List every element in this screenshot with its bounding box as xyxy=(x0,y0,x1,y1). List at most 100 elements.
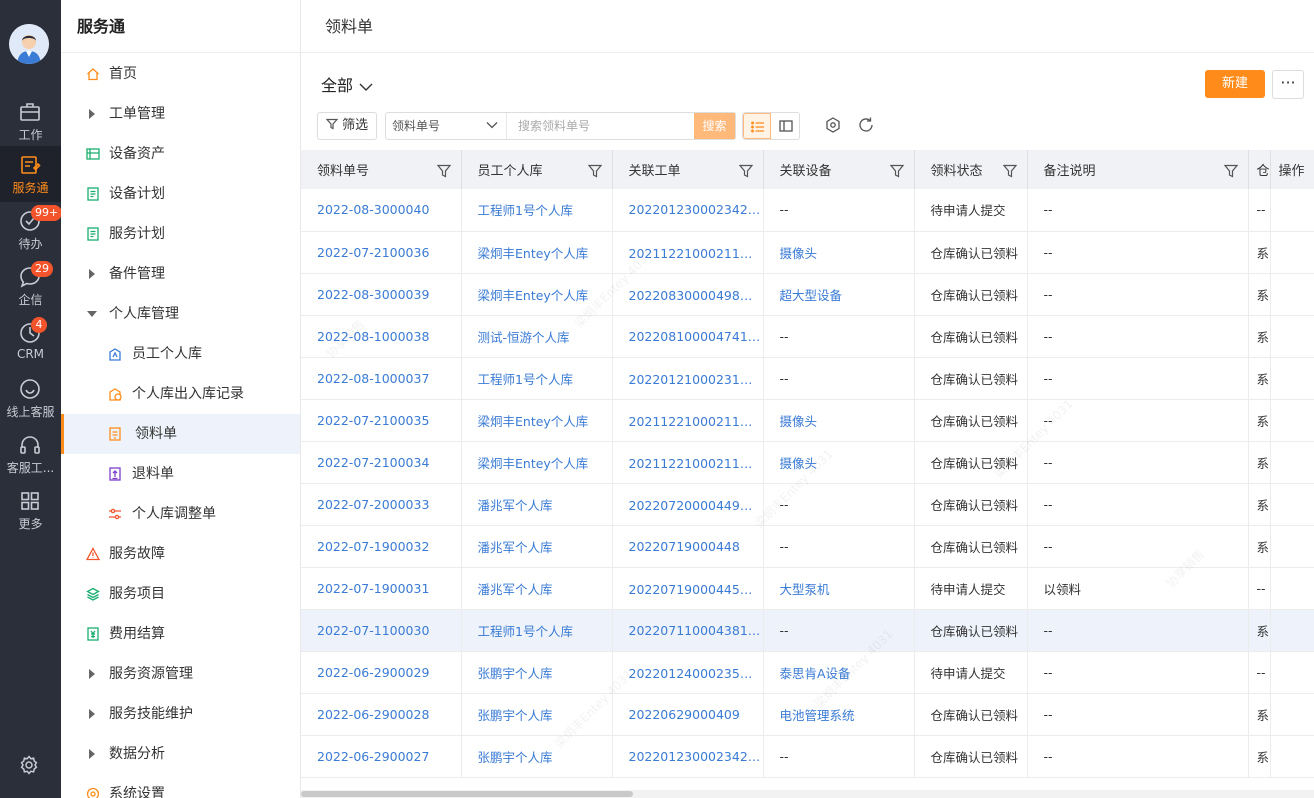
menu-item-home[interactable]: 首页 xyxy=(61,54,300,94)
new-button[interactable]: 新建 xyxy=(1205,70,1265,98)
cell-work-order[interactable]: 20220810000474111 xyxy=(612,315,764,358)
cell-device[interactable]: 大型泵机 xyxy=(763,567,915,610)
cell-work-order[interactable]: 20220830000498电梯... xyxy=(612,273,764,316)
cell-device[interactable]: 超大型设备 xyxy=(763,273,915,316)
search-button[interactable]: 搜索 xyxy=(694,113,735,139)
table-row[interactable]: 2022-06-2900028 张鹏宇个人库 20220629000409 电池管理系… xyxy=(301,693,1314,736)
menu-item-service-items[interactable]: 服务项目 xyxy=(61,574,300,614)
table-row[interactable]: 2022-07-1900032 潘兆军个人库 20220719000448 -- 仓库确… xyxy=(301,525,1314,568)
menu-item-fee-settlement[interactable]: 费用结算 xyxy=(61,614,300,654)
column-filter-icon[interactable] xyxy=(1223,164,1238,178)
column-filter-icon[interactable] xyxy=(738,164,753,178)
rail-service-desk[interactable]: 客服工... xyxy=(0,426,61,482)
table-row[interactable]: 2022-08-3000040 工程师1号个人库 20220123000234231… xyxy=(301,189,1314,232)
user-avatar[interactable] xyxy=(9,24,49,64)
cell-personal-store[interactable]: 张鹏宇个人库 xyxy=(461,693,613,736)
table-row[interactable]: 2022-08-1000038 测试-恒游个人库 20220810000474111… xyxy=(301,315,1314,358)
menu-item-employee-store[interactable]: 员工个人库 xyxy=(61,334,300,374)
search-field-select[interactable]: 领料单号 xyxy=(386,113,507,139)
menu-item-return[interactable]: 退料单 xyxy=(61,454,300,494)
menu-item-system-settings[interactable]: 系统设置 xyxy=(61,774,300,798)
column-filter-icon[interactable] xyxy=(587,164,602,178)
cell-requisition-no[interactable]: 2022-06-2900028 xyxy=(301,693,462,736)
cell-device[interactable]: 摄像头 xyxy=(763,231,915,274)
table-row[interactable]: 2022-07-2100034 梁炯丰Entey个人库 20211221000211… xyxy=(301,441,1314,484)
table-row[interactable]: 2022-06-2900027 张鹏宇个人库 20220123000234231 --… xyxy=(301,735,1314,778)
rail-online-service[interactable]: 线上客服 xyxy=(0,370,61,426)
rail-todo[interactable]: 待办 99+ xyxy=(0,202,63,258)
table-row[interactable]: 2022-08-1000037 工程师1号个人库 20220121000231不能.… xyxy=(301,357,1314,400)
menu-item-inout-records[interactable]: 个人库出入库记录 xyxy=(61,374,300,414)
rail-service[interactable]: 服务通 xyxy=(0,146,61,202)
cell-device[interactable]: 摄像头 xyxy=(763,441,915,484)
horizontal-scrollbar[interactable] xyxy=(301,790,1314,798)
cell-requisition-no[interactable]: 2022-08-3000039 xyxy=(301,273,462,316)
cell-personal-store[interactable]: 工程师1号个人库 xyxy=(461,189,613,232)
cell-personal-store[interactable]: 梁炯丰Entey个人库 xyxy=(461,399,613,442)
list-view-button[interactable] xyxy=(743,113,771,139)
menu-item-personal-store-mgmt[interactable]: 个人库管理 xyxy=(61,294,300,334)
cell-device[interactable]: 电池管理系统 xyxy=(763,693,915,736)
table-row[interactable]: 2022-06-2900029 张鹏宇个人库 20220124000235好了 泰思肯… xyxy=(301,651,1314,694)
table-row[interactable]: 2022-07-1900031 潘兆军个人库 20220719000445问题...… xyxy=(301,567,1314,610)
cell-work-order[interactable]: 20220123000234231 xyxy=(612,189,764,232)
column-filter-icon[interactable] xyxy=(889,164,904,178)
rail-crm[interactable]: CRM 4 xyxy=(0,314,61,370)
cell-personal-store[interactable]: 工程师1号个人库 xyxy=(461,357,613,400)
cell-work-order[interactable]: 20220719000445问题... xyxy=(612,567,764,610)
rail-work[interactable]: 工作 xyxy=(0,93,61,149)
split-view-button[interactable] xyxy=(772,113,800,139)
cell-personal-store[interactable]: 潘兆军个人库 xyxy=(461,567,613,610)
cell-requisition-no[interactable]: 2022-08-1000037 xyxy=(301,357,462,400)
menu-item-service-fault[interactable]: 服务故障 xyxy=(61,534,300,574)
menu-item-data-analysis[interactable]: 数据分析 xyxy=(61,734,300,774)
cell-device[interactable]: 摄像头 xyxy=(763,399,915,442)
cell-work-order[interactable]: 20211221000211问题... xyxy=(612,231,764,274)
rail-chat[interactable]: 企信 29 xyxy=(0,258,61,314)
cell-requisition-no[interactable]: 2022-07-1100030 xyxy=(301,609,462,652)
cell-device[interactable]: 泰思肯A设备 xyxy=(763,651,915,694)
menu-item-device-assets[interactable]: 设备资产 xyxy=(61,134,300,174)
table-row[interactable]: 2022-08-3000039 梁炯丰Entey个人库 20220830000498… xyxy=(301,273,1314,316)
cell-personal-store[interactable]: 测试-恒游个人库 xyxy=(461,315,613,358)
table-row[interactable]: 2022-07-1100030 工程师1号个人库 20220711000438111… xyxy=(301,609,1314,652)
cell-requisition-no[interactable]: 2022-07-2100034 xyxy=(301,441,462,484)
more-button[interactable]: ··· xyxy=(1272,70,1304,99)
menu-item-service-plan[interactable]: 服务计划 xyxy=(61,214,300,254)
cell-work-order[interactable]: 20211221000211问题... xyxy=(612,399,764,442)
menu-item-store-adjust[interactable]: 个人库调整单 xyxy=(61,494,300,534)
cell-work-order[interactable]: 20220719000448 xyxy=(612,525,764,568)
cell-work-order[interactable]: 20220124000235好了 xyxy=(612,651,764,694)
filter-button[interactable]: 筛选 xyxy=(317,112,377,140)
scope-dropdown[interactable]: 全部 xyxy=(321,72,373,96)
cell-work-order[interactable]: 20220121000231不能... xyxy=(612,357,764,400)
table-row[interactable]: 2022-07-2100035 梁炯丰Entey个人库 20211221000211… xyxy=(301,399,1314,442)
cell-personal-store[interactable]: 梁炯丰Entey个人库 xyxy=(461,441,613,484)
cell-requisition-no[interactable]: 2022-08-1000038 xyxy=(301,315,462,358)
cell-work-order[interactable]: 20220629000409 xyxy=(612,693,764,736)
cell-personal-store[interactable]: 张鹏宇个人库 xyxy=(461,735,613,778)
cell-personal-store[interactable]: 潘兆军个人库 xyxy=(461,483,613,526)
table-row[interactable]: 2022-07-2000033 潘兆军个人库 20220720000449机器...… xyxy=(301,483,1314,526)
cell-personal-store[interactable]: 潘兆军个人库 xyxy=(461,525,613,568)
cell-requisition-no[interactable]: 2022-07-1900032 xyxy=(301,525,462,568)
cell-work-order[interactable]: 20220720000449机器... xyxy=(612,483,764,526)
cell-work-order[interactable]: 20220711000438111 xyxy=(612,609,764,652)
cell-requisition-no[interactable]: 2022-06-2900029 xyxy=(301,651,462,694)
cell-work-order[interactable]: 20211221000211问题... xyxy=(612,441,764,484)
table-row[interactable]: 2022-07-2100036 梁炯丰Entey个人库 20211221000211… xyxy=(301,231,1314,274)
refresh-icon[interactable] xyxy=(857,116,875,134)
cell-requisition-no[interactable]: 2022-07-1900031 xyxy=(301,567,462,610)
menu-item-requisition[interactable]: 领料单 xyxy=(61,414,300,454)
menu-item-spare-parts[interactable]: 备件管理 xyxy=(61,254,300,294)
cell-personal-store[interactable]: 工程师1号个人库 xyxy=(461,609,613,652)
column-settings-icon[interactable] xyxy=(824,116,842,134)
cell-requisition-no[interactable]: 2022-08-3000040 xyxy=(301,189,462,232)
settings-gear-icon[interactable] xyxy=(19,755,39,775)
column-filter-icon[interactable] xyxy=(436,164,451,178)
cell-requisition-no[interactable]: 2022-06-2900027 xyxy=(301,735,462,778)
cell-requisition-no[interactable]: 2022-07-2000033 xyxy=(301,483,462,526)
cell-personal-store[interactable]: 梁炯丰Entey个人库 xyxy=(461,231,613,274)
column-filter-icon[interactable] xyxy=(1002,164,1017,178)
scrollbar-thumb[interactable] xyxy=(301,791,633,797)
